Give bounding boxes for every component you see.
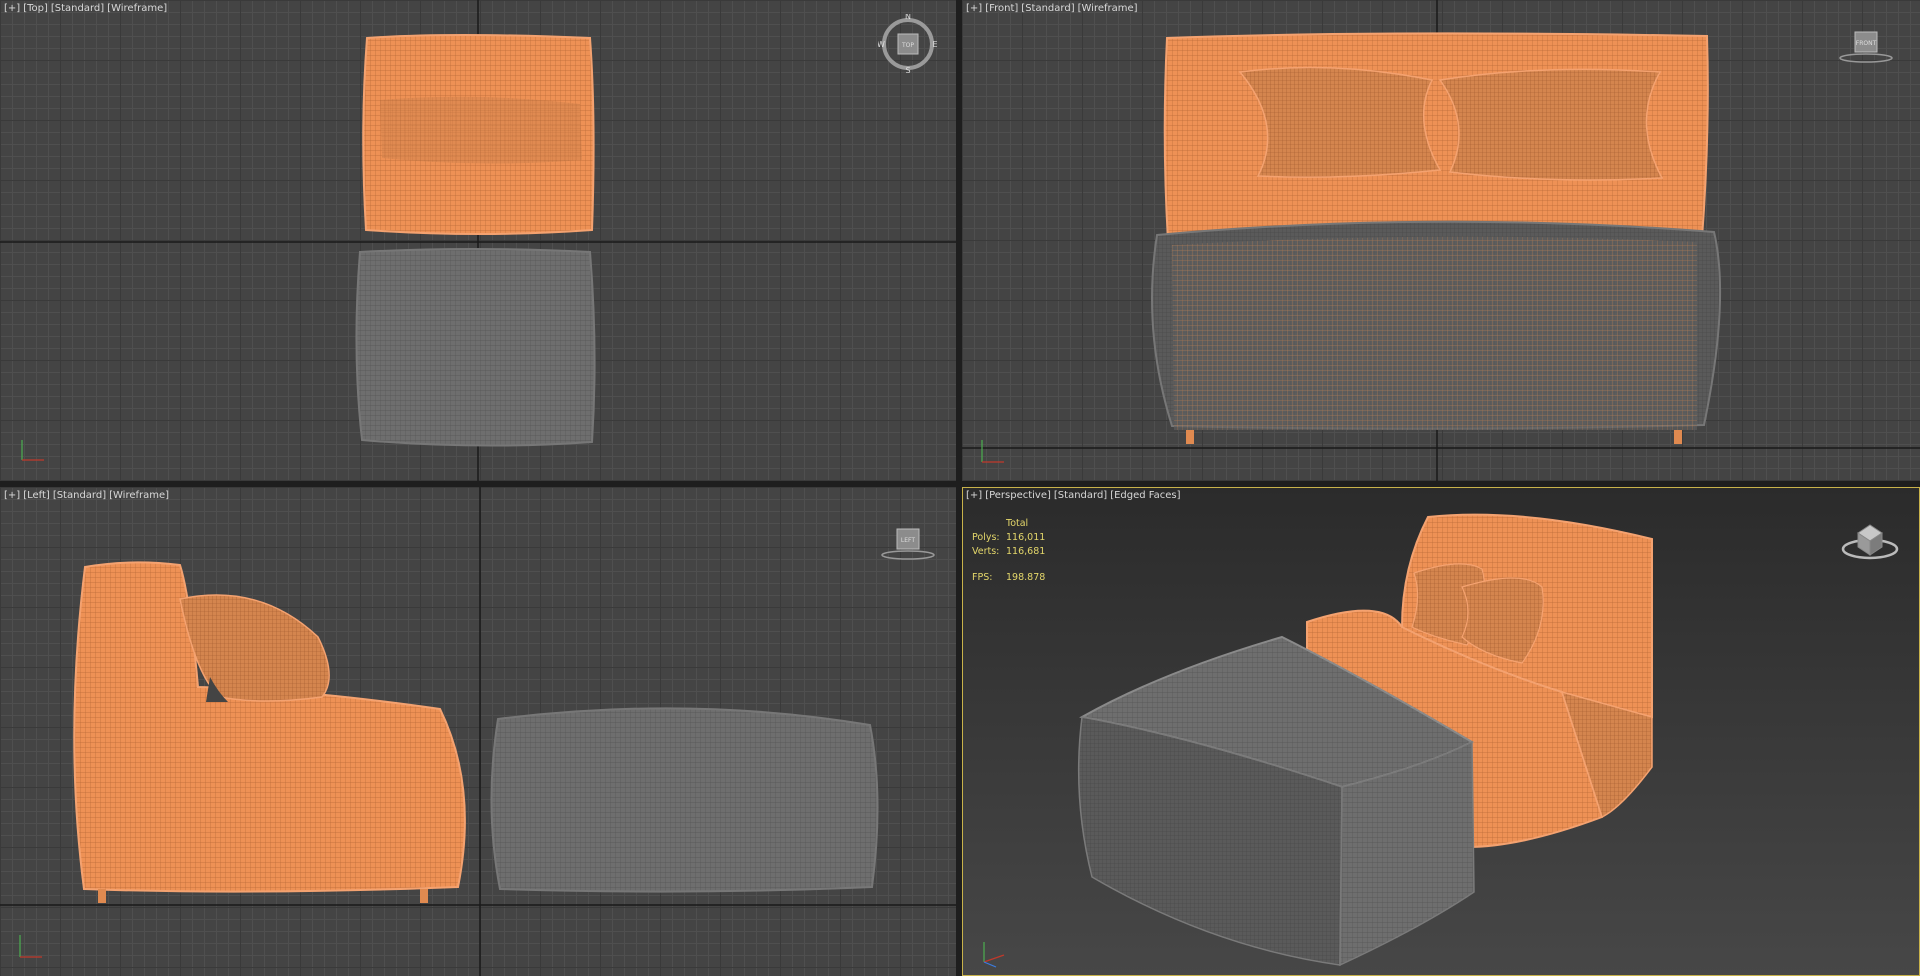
viewcube-icon[interactable]: LEFT	[880, 523, 936, 563]
left-view-scene	[0, 487, 956, 976]
viewport-top[interactable]: [+] [Top] [Standard] [Wireframe] TOP N S E …	[0, 0, 956, 481]
front-view-scene	[962, 0, 1920, 481]
left-leg-back	[420, 889, 428, 903]
svg-text:S: S	[905, 66, 910, 74]
top-ottoman-mesh	[355, 248, 596, 447]
front-pillow-left	[1238, 66, 1442, 178]
viewport-divider-vertical[interactable]	[956, 0, 962, 976]
viewport-left[interactable]: [+] [Left] [Standard] [Wireframe] LEFT	[0, 487, 956, 976]
svg-text:LEFT: LEFT	[901, 537, 915, 544]
axis-tripod-icon	[983, 942, 1005, 968]
svg-text:N: N	[905, 14, 911, 21]
svg-text:E: E	[932, 40, 937, 49]
front-leg-left	[1186, 430, 1194, 444]
svg-text:W: W	[878, 40, 885, 49]
front-leg-right	[1674, 430, 1682, 444]
left-pillow	[179, 594, 330, 702]
svg-text:FRONT: FRONT	[1856, 40, 1877, 47]
viewcube-icon[interactable]	[1840, 513, 1900, 563]
axis-tripod-icon	[981, 440, 1004, 463]
front-sofa-seat	[1172, 236, 1697, 430]
viewcube-compass-icon[interactable]: TOP N S E W	[877, 12, 938, 75]
top-view-scene	[0, 0, 956, 481]
left-ottoman-mesh	[490, 707, 879, 893]
viewport-front[interactable]: [+] [Front] [Standard] [Wireframe] FRONT	[962, 0, 1920, 481]
axis-tripod-icon	[21, 440, 44, 461]
top-sofa-cushion	[380, 96, 582, 164]
svg-text:TOP: TOP	[901, 42, 914, 49]
viewport-divider-horizontal[interactable]	[0, 481, 1920, 487]
viewcube-icon[interactable]: FRONT	[1838, 26, 1894, 66]
perspective-view-scene	[983, 513, 1653, 968]
front-pillow-right	[1438, 68, 1664, 181]
left-leg-front	[98, 889, 106, 903]
axis-tripod-icon	[19, 935, 42, 958]
viewport-perspective[interactable]: [+] [Perspective] [Standard] [Edged Faces] …	[962, 487, 1920, 976]
